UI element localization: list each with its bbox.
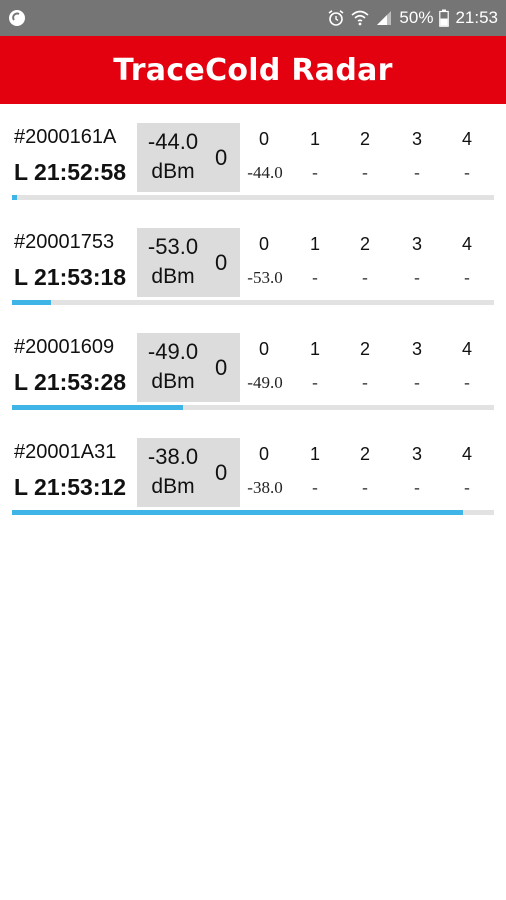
channel-header-3: 3 [411, 444, 422, 464]
channel-value-3: - [414, 478, 420, 497]
channel-value-1: - [312, 373, 318, 392]
channel-header-3: 3 [411, 234, 422, 254]
channel-header-1: 1 [309, 339, 320, 359]
channel-header-2: 2 [359, 129, 370, 149]
device-id: #20001609 [14, 336, 115, 358]
channel-value-1: - [312, 268, 318, 287]
channel-value-0: -44.0 [247, 163, 283, 182]
battery-icon [439, 9, 450, 27]
status-time: 21:53 [455, 8, 498, 27]
rssi-channel: 0 [215, 460, 228, 485]
channel-header-4: 4 [461, 444, 472, 464]
app-title: TraceCold Radar [113, 52, 393, 88]
channel-header-1: 1 [309, 129, 320, 149]
channel-value-4: - [464, 373, 470, 392]
channel-header-4: 4 [461, 234, 472, 254]
rssi-box: -49.0 dBm 0 [137, 333, 240, 402]
channel-value-3: - [414, 268, 420, 287]
last-seen-time: L 21:53:18 [14, 264, 127, 290]
channel-header-2: 2 [359, 234, 370, 254]
rssi-channel: 0 [215, 145, 228, 170]
status-bar: 50% 21:53 [0, 0, 506, 36]
rssi-unit: dBm [151, 160, 195, 183]
rssi-value: -49.0 [147, 339, 199, 364]
rssi-box: -53.0 dBm 0 [137, 228, 240, 297]
rssi-box: -38.0 dBm 0 [137, 438, 240, 507]
app-notification-icon [8, 9, 26, 27]
rssi-unit: dBm [151, 475, 195, 498]
channel-header-0: 0 [258, 339, 269, 359]
rssi-unit: dBm [151, 370, 195, 393]
device-row[interactable]: #20001609 L 21:53:28 -49.0 dBm 0 0 -49.0 1 - 2 - 3 -… [12, 314, 494, 419]
rssi-value: -38.0 [147, 444, 199, 469]
device-row-content: #20001A31 L 21:53:12 -38.0 dBm 0 0 -38.0 1 - 2 - 3 -… [12, 436, 494, 515]
signal-progress-fill [12, 405, 184, 410]
channel-header-4: 4 [461, 129, 472, 149]
signal-progress-track [12, 300, 494, 305]
rssi-channel: 0 [215, 355, 228, 380]
channel-header-1: 1 [309, 444, 320, 464]
device-list[interactable]: #2000161A L 21:52:58 -44.0 dBm 0 0 -44.0 1 - 2 - 3 -… [0, 104, 506, 524]
battery-percent: 50% [399, 8, 434, 27]
device-row[interactable]: #20001753 L 21:53:18 -53.0 dBm 0 0 -53.0 1 - 2 - 3 -… [12, 209, 494, 314]
channel-header-3: 3 [411, 129, 422, 149]
device-id: #20001753 [14, 231, 115, 253]
device-row-content: #20001609 L 21:53:28 -49.0 dBm 0 0 -49.0 1 - 2 - 3 -… [12, 331, 494, 410]
signal-progress-fill [12, 300, 51, 305]
device-row-content: #20001753 L 21:53:18 -53.0 dBm 0 0 -53.0 1 - 2 - 3 -… [12, 226, 494, 305]
channel-value-4: - [464, 478, 470, 497]
channel-header-0: 0 [258, 444, 269, 464]
rssi-value: -44.0 [147, 129, 199, 154]
device-row[interactable]: #2000161A L 21:52:58 -44.0 dBm 0 0 -44.0 1 - 2 - 3 -… [12, 104, 494, 209]
channel-value-4: - [464, 163, 470, 182]
device-id: #20001A31 [14, 441, 117, 463]
channel-value-2: - [362, 163, 368, 182]
wifi-icon [351, 9, 369, 27]
rssi-box: -44.0 dBm 0 [137, 123, 240, 192]
channel-header-2: 2 [359, 444, 370, 464]
rssi-channel: 0 [215, 250, 228, 275]
channel-value-1: - [312, 478, 318, 497]
channel-header-0: 0 [258, 129, 269, 149]
last-seen-time: L 21:52:58 [14, 159, 127, 185]
signal-progress-track [12, 195, 494, 200]
last-seen-time: L 21:53:28 [14, 369, 127, 395]
channel-value-2: - [362, 373, 368, 392]
signal-progress-fill [12, 195, 17, 200]
device-row[interactable]: #20001A31 L 21:53:12 -38.0 dBm 0 0 -38.0 1 - 2 - 3 -… [12, 419, 494, 524]
rssi-unit: dBm [151, 265, 195, 288]
signal-progress-track [12, 405, 494, 410]
channel-value-0: -38.0 [247, 478, 283, 497]
device-row-content: #2000161A L 21:52:58 -44.0 dBm 0 0 -44.0 1 - 2 - 3 -… [12, 121, 494, 200]
channel-value-1: - [312, 163, 318, 182]
channel-header-0: 0 [258, 234, 269, 254]
rssi-value: -53.0 [147, 234, 199, 259]
alarm-icon [327, 9, 345, 27]
channel-header-1: 1 [309, 234, 320, 254]
channel-value-0: -53.0 [247, 268, 283, 287]
channel-value-4: - [464, 268, 470, 287]
device-id: #2000161A [14, 126, 117, 148]
signal-icon [375, 9, 393, 27]
channel-header-3: 3 [411, 339, 422, 359]
channel-value-2: - [362, 268, 368, 287]
channel-value-3: - [414, 163, 420, 182]
channel-header-2: 2 [359, 339, 370, 359]
signal-progress-fill [12, 510, 463, 515]
channel-value-3: - [414, 373, 420, 392]
last-seen-time: L 21:53:12 [14, 474, 127, 500]
signal-progress-track [12, 510, 494, 515]
channel-value-0: -49.0 [247, 373, 283, 392]
app-bar: TraceCold Radar [0, 36, 506, 104]
channel-value-2: - [362, 478, 368, 497]
channel-header-4: 4 [461, 339, 472, 359]
